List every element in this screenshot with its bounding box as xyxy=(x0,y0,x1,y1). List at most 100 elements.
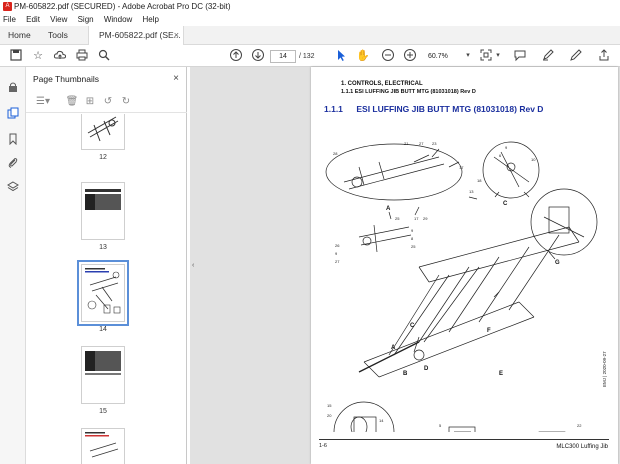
title-bar: A PM-605822.pdf (SECURED) - Adobe Acroba… xyxy=(0,0,620,13)
parts-diagram: A C G C A B D F E D H F 28212723 171813 … xyxy=(325,141,598,432)
document-viewer[interactable]: ‹ 1. CONTROLS, ELECTRICAL 1.1.1 ESI LUFF… xyxy=(190,67,620,464)
callout-F: F xyxy=(487,328,491,334)
next-page-icon[interactable] xyxy=(250,48,266,64)
svg-text:28: 28 xyxy=(333,151,338,156)
delete-page-icon[interactable]: 🗑 xyxy=(64,94,80,110)
svg-text:14: 14 xyxy=(379,418,384,423)
tab-document[interactable]: PM-605822.pdf (SE... × xyxy=(88,26,184,45)
callout-B: B xyxy=(403,371,408,377)
svg-text:22: 22 xyxy=(577,423,582,428)
menu-bar: File Edit View Sign Window Help xyxy=(0,13,620,26)
thumbnail-label-14: 14 xyxy=(99,326,107,333)
acrobat-app-icon: A xyxy=(3,2,12,11)
svg-text:9: 9 xyxy=(505,145,508,150)
thumbnail-page-13[interactable] xyxy=(81,182,125,240)
view-dropdown-icon[interactable]: ▾ xyxy=(490,48,506,64)
svg-text:5: 5 xyxy=(439,423,442,428)
highlight-pen-icon[interactable] xyxy=(540,48,556,64)
section-title: ESI LUFFING JIB BUTT MTG (81031018) Rev … xyxy=(356,104,544,114)
svg-text:9: 9 xyxy=(411,228,414,233)
svg-text:25: 25 xyxy=(395,216,400,221)
document-side-code: EMJ | 2020-09-27 xyxy=(602,351,607,387)
panel-header: Page Thumbnails × xyxy=(26,67,187,91)
svg-text:9: 9 xyxy=(335,251,338,256)
rotate-right-icon[interactable]: ↻ xyxy=(118,94,134,110)
svg-text:17: 17 xyxy=(414,216,419,221)
attachments-icon[interactable] xyxy=(5,157,21,173)
thumbnail-page-16[interactable] xyxy=(81,428,125,464)
svg-text:27: 27 xyxy=(419,141,424,146)
thumbnail-label-15: 15 xyxy=(99,408,107,415)
page-header-chapter: 1. CONTROLS, ELECTRICAL xyxy=(341,81,423,87)
close-tab-icon[interactable]: × xyxy=(174,26,179,45)
callout-D2: D xyxy=(424,366,429,372)
page-number-input[interactable]: 14 xyxy=(270,50,296,63)
comment-icon[interactable] xyxy=(512,48,528,64)
zoom-out-icon[interactable] xyxy=(380,48,396,64)
previous-page-icon[interactable] xyxy=(228,48,244,64)
callout-C: C xyxy=(503,201,508,207)
insert-page-icon[interactable]: ⊞ xyxy=(82,94,98,110)
hand-tool-icon[interactable]: ✋ xyxy=(355,48,371,64)
callout-E: E xyxy=(499,371,503,377)
select-cursor-icon[interactable] xyxy=(333,48,349,64)
lock-icon[interactable] xyxy=(5,81,21,97)
zoom-level-input[interactable]: 60.7% xyxy=(428,50,462,63)
left-navigation-rail xyxy=(0,67,26,464)
panel-title: Page Thumbnails xyxy=(33,74,99,84)
svg-text:23: 23 xyxy=(432,141,437,146)
page-thumbnails-icon[interactable] xyxy=(5,107,21,123)
collapse-panel-icon[interactable]: ‹ xyxy=(192,262,198,274)
menu-edit[interactable]: Edit xyxy=(22,13,44,26)
zoom-dropdown-icon[interactable]: ▾ xyxy=(460,48,476,64)
thumbnail-page-12[interactable] xyxy=(81,114,125,150)
page-total: / 132 xyxy=(299,53,315,60)
tab-bar: Home Tools PM-605822.pdf (SE... × xyxy=(0,26,620,45)
menu-view[interactable]: View xyxy=(46,13,71,26)
callout-C2: C xyxy=(410,323,415,329)
options-menu-icon[interactable]: ☰▾ xyxy=(32,94,54,110)
layers-icon[interactable] xyxy=(5,181,21,197)
save-icon[interactable] xyxy=(8,48,24,64)
bookmark-star-icon[interactable]: ☆ xyxy=(30,48,46,64)
page-footer-number: 1-6 xyxy=(319,443,327,449)
panel-toolbar: ☰▾ 🗑 ⊞ ↺ ↻ xyxy=(26,91,187,113)
print-icon[interactable] xyxy=(74,48,90,64)
callout-G: G xyxy=(555,260,560,266)
draw-signature-icon[interactable] xyxy=(568,48,584,64)
tab-tools[interactable]: Tools xyxy=(40,26,84,45)
thumbnail-page-15[interactable] xyxy=(81,346,125,404)
page-header-subsection: 1.1.1 ESI LUFFING JIB BUTT MTG (81031018… xyxy=(341,89,476,95)
page-footer-title: MLC300 Luffing Jib xyxy=(556,444,608,450)
search-icon[interactable] xyxy=(96,48,112,64)
svg-text:13: 13 xyxy=(469,189,474,194)
zoom-in-icon[interactable] xyxy=(402,48,418,64)
svg-text:8: 8 xyxy=(411,236,414,241)
callout-A-top: A xyxy=(386,206,391,212)
tab-home[interactable]: Home xyxy=(0,26,40,45)
main-toolbar: ☆ 14 / 132 ✋ 60.7% ▾ ▾ xyxy=(0,45,620,67)
svg-text:26: 26 xyxy=(335,243,340,248)
thumbnail-label-13: 13 xyxy=(99,244,107,251)
section-heading: 1.1.1 ESI LUFFING JIB BUTT MTG (81031018… xyxy=(324,104,543,114)
close-panel-icon[interactable]: × xyxy=(173,67,179,91)
section-number: 1.1.1 xyxy=(324,104,343,114)
thumbnail-list: 12 13 14 15 xyxy=(26,114,187,464)
upload-cloud-icon[interactable] xyxy=(52,48,68,64)
menu-sign[interactable]: Sign xyxy=(74,13,98,26)
rotate-left-icon[interactable]: ↺ xyxy=(100,94,116,110)
svg-text:20: 20 xyxy=(327,413,332,418)
tab-document-label: PM-605822.pdf (SE... xyxy=(99,30,181,40)
thumbnail-page-14[interactable] xyxy=(77,260,129,326)
pdf-page: 1. CONTROLS, ELECTRICAL 1.1.1 ESI LUFFIN… xyxy=(311,67,618,464)
share-icon[interactable] xyxy=(596,48,612,64)
svg-text:17: 17 xyxy=(459,165,464,170)
menu-file[interactable]: File xyxy=(0,13,20,26)
svg-text:10: 10 xyxy=(531,157,536,162)
thumbnail-label-12: 12 xyxy=(99,154,107,161)
menu-help[interactable]: Help xyxy=(139,13,163,26)
svg-text:27: 27 xyxy=(335,259,340,264)
menu-window[interactable]: Window xyxy=(100,13,136,26)
svg-text:18: 18 xyxy=(477,178,482,183)
bookmarks-icon[interactable] xyxy=(5,133,21,149)
